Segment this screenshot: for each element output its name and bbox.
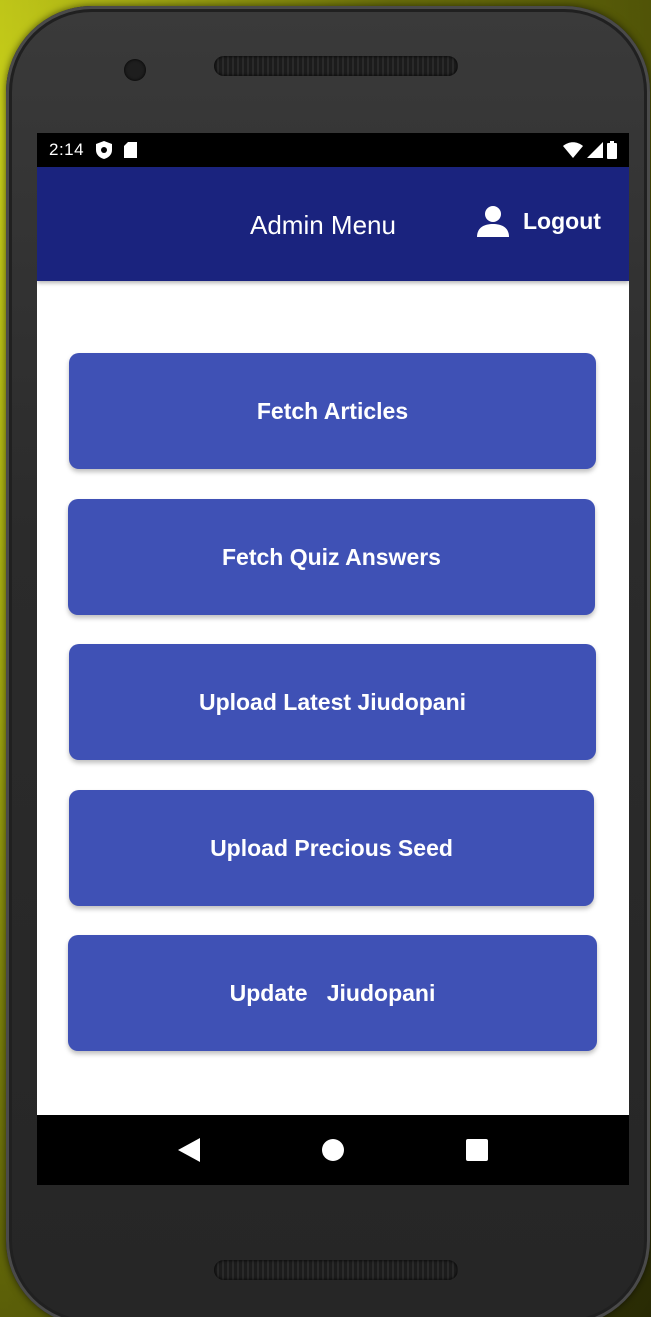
navigation-bar [37, 1115, 629, 1185]
person-icon [477, 205, 509, 237]
wifi-icon [563, 142, 583, 158]
shield-icon [96, 141, 113, 159]
logout-button[interactable]: Logout [477, 205, 601, 237]
app-bar: Admin Menu Logout [37, 167, 629, 281]
home-icon[interactable] [313, 1130, 353, 1170]
sim-card-icon [124, 142, 138, 158]
earpiece-speaker [214, 56, 458, 76]
fetch-articles-button[interactable]: Fetch Articles [69, 353, 596, 469]
back-icon[interactable] [169, 1130, 209, 1170]
recents-icon[interactable] [457, 1130, 497, 1170]
upload-precious-seed-button[interactable]: Upload Precious Seed [69, 790, 594, 906]
update-jiudopani-button[interactable]: Update Jiudopani [68, 935, 597, 1051]
signal-icon [587, 142, 603, 158]
logout-label: Logout [523, 207, 601, 234]
bottom-speaker [214, 1260, 458, 1280]
page-title: Admin Menu [250, 210, 396, 240]
status-bar: 2:14 [37, 133, 629, 167]
battery-icon [607, 141, 617, 159]
front-camera [124, 59, 146, 81]
app-screen: 2:14 Admin Menu Logout Fetch Articles Fe… [37, 133, 629, 1185]
fetch-quiz-answers-button[interactable]: Fetch Quiz Answers [68, 499, 595, 615]
status-time: 2:14 [49, 140, 85, 159]
upload-latest-jiudopani-button[interactable]: Upload Latest Jiudopani [69, 644, 596, 760]
